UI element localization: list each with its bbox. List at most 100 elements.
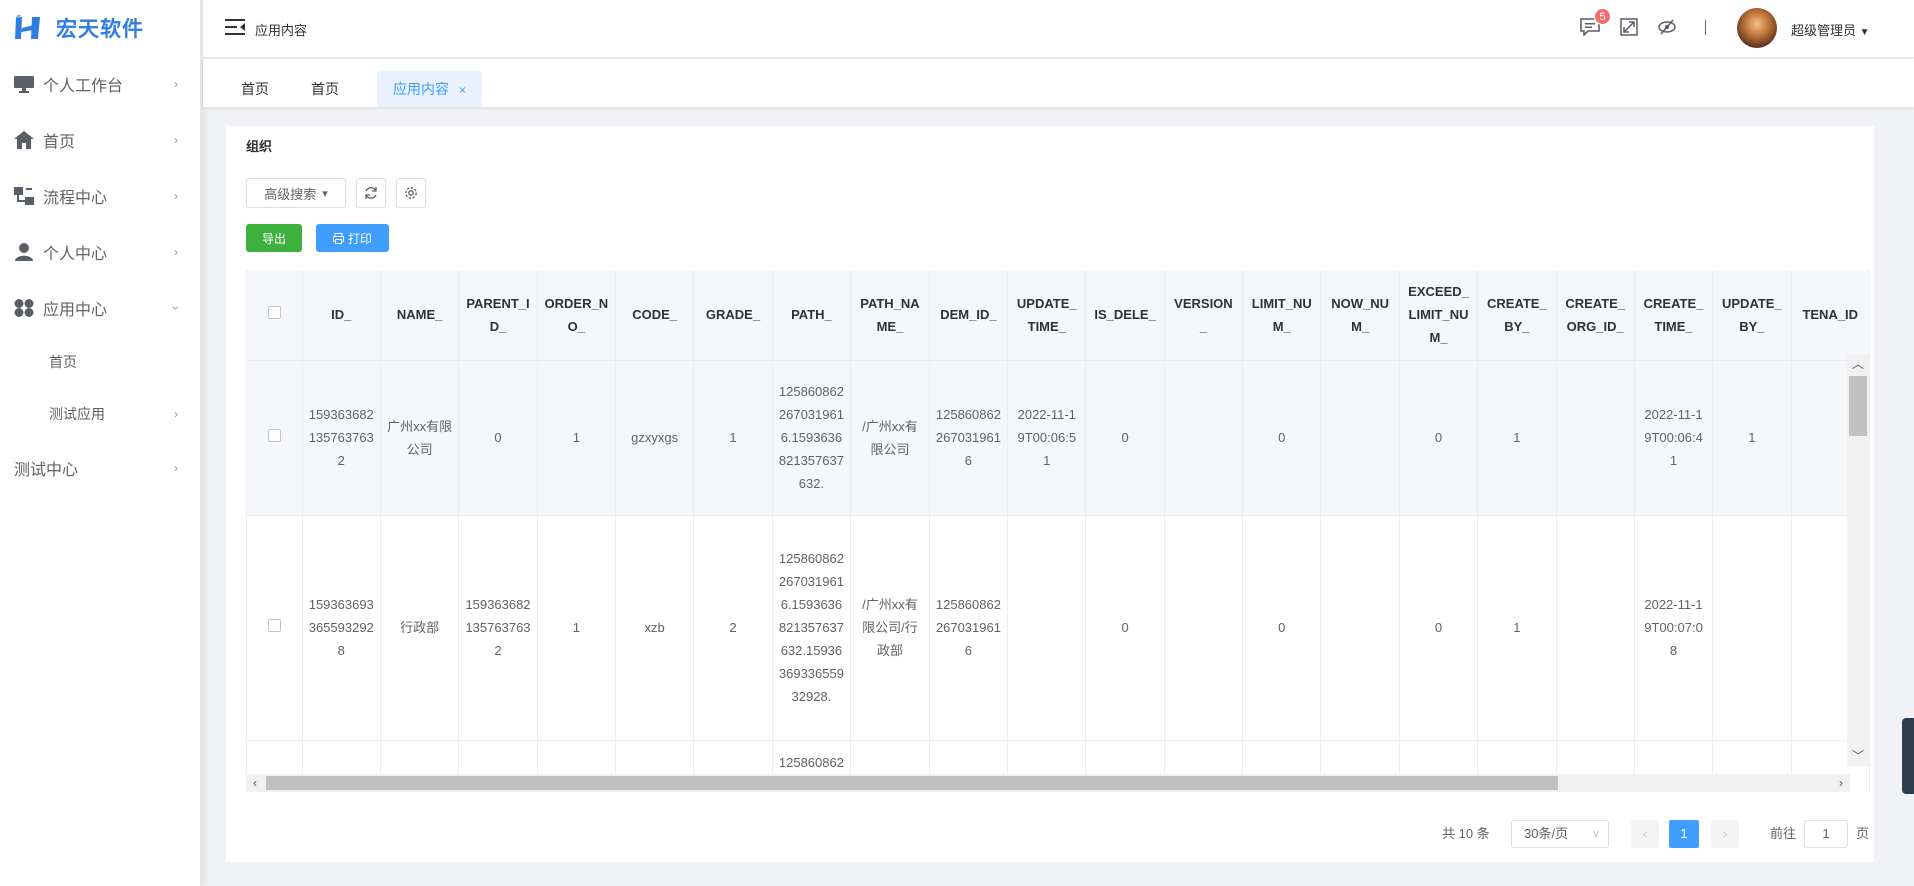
column-header[interactable]: VERSION_ bbox=[1164, 270, 1244, 361]
sidebar-item-apps[interactable]: 应用中心 › bbox=[0, 280, 200, 336]
page-size-value: 30条/页 bbox=[1524, 826, 1569, 841]
flow-icon bbox=[14, 186, 34, 206]
scroll-up-icon[interactable]: ︿ bbox=[1847, 354, 1869, 374]
eye-off-icon bbox=[1658, 19, 1676, 35]
sidebar-item-flow[interactable]: 流程中心 › bbox=[0, 168, 200, 224]
table-cell bbox=[1556, 515, 1635, 741]
column-header[interactable]: TENA_ID bbox=[1791, 270, 1870, 361]
avatar[interactable] bbox=[1737, 8, 1777, 48]
chevron-right-icon: › bbox=[174, 407, 178, 421]
caret-down-icon: ▼ bbox=[1859, 27, 1870, 38]
export-button[interactable]: 导出 bbox=[246, 224, 302, 252]
message-button[interactable]: 5 bbox=[1579, 8, 1611, 38]
column-header[interactable]: PATH_NAME_ bbox=[850, 270, 930, 361]
sidebar-item-personal[interactable]: 个人中心 › bbox=[0, 224, 200, 280]
hide-button[interactable] bbox=[1656, 16, 1678, 38]
page-number-current[interactable]: 1 bbox=[1669, 820, 1699, 848]
logo[interactable]: 宏天软件 bbox=[0, 0, 200, 56]
column-header[interactable]: CREATE_BY_ bbox=[1477, 270, 1557, 361]
column-header[interactable]: NAME_ bbox=[380, 270, 460, 361]
sidebar-item-home[interactable]: 首页 › bbox=[0, 112, 200, 168]
table-cell: xzb bbox=[615, 515, 695, 741]
next-page-button[interactable]: › bbox=[1711, 820, 1739, 848]
table-row[interactable]: 1593636821357637632 广州xx有限公司 0 1 gzxyxgs 1 125… bbox=[247, 360, 1870, 516]
column-header[interactable]: IS_DELE_ bbox=[1085, 270, 1165, 361]
sidebar-item-workbench[interactable]: 个人工作台 › bbox=[0, 56, 200, 112]
print-button[interactable]: 打印 bbox=[316, 224, 389, 252]
vertical-scrollbar[interactable]: ︿ ﹀ bbox=[1847, 354, 1869, 766]
refresh-button[interactable] bbox=[356, 178, 386, 208]
table-row[interactable]: 1593636933655932928 行政部 159363682135763763… bbox=[247, 515, 1870, 741]
column-header[interactable]: CREATE_TIME_ bbox=[1634, 270, 1714, 361]
table-cell: 行政部 bbox=[380, 515, 460, 741]
table-cell: 2022-11-19T00:06:51 bbox=[1007, 360, 1087, 516]
printer-icon bbox=[332, 232, 344, 244]
table-cell: 1 bbox=[537, 515, 616, 741]
tab-home-1[interactable]: 首页 bbox=[225, 71, 285, 107]
content-card: 组织 高级搜索 ▾ 导出 打印 ID_ NAME_ PARENT_ID_ ORD… bbox=[226, 126, 1874, 862]
table-cell: 1 bbox=[1712, 360, 1792, 516]
close-icon[interactable]: × bbox=[459, 83, 466, 97]
column-header[interactable]: LIMIT_NUM_ bbox=[1242, 270, 1322, 361]
sidebar-subitem-home[interactable]: 首页 bbox=[0, 336, 200, 388]
column-header[interactable]: UPDATE_BY_ bbox=[1712, 270, 1792, 361]
prev-page-button[interactable]: ‹ bbox=[1631, 820, 1659, 848]
user-menu[interactable]: 超级管理员 ▼ bbox=[1791, 20, 1870, 39]
column-header[interactable]: CODE_ bbox=[615, 270, 695, 361]
column-header[interactable]: ORDER_NO_ bbox=[537, 270, 616, 361]
table-cell: 1258608622670319616 bbox=[929, 515, 1009, 741]
advanced-search-button[interactable]: 高级搜索 ▾ bbox=[246, 178, 346, 208]
table-cell: 1 bbox=[537, 360, 616, 516]
sidebar-item-label: 首页 bbox=[43, 134, 76, 151]
select-all-checkbox[interactable] bbox=[267, 306, 281, 320]
column-header[interactable]: NOW_NUM_ bbox=[1320, 270, 1400, 361]
fullscreen-icon bbox=[1620, 18, 1638, 36]
home-icon bbox=[14, 130, 34, 150]
sidebar-subitem-test-app[interactable]: 测试应用 › bbox=[0, 388, 200, 440]
horizontal-scrollbar[interactable]: ‹ › bbox=[246, 774, 1850, 792]
table-cell: 0 bbox=[1085, 515, 1165, 741]
page-size-select[interactable]: 30条/页 ∨ bbox=[1511, 820, 1609, 848]
column-header[interactable]: PARENT_ID_ bbox=[458, 270, 538, 361]
chevron-down-icon: ∨ bbox=[1591, 828, 1600, 840]
table-cell: 1593636821357637632 bbox=[458, 515, 538, 741]
menu-fold-icon[interactable] bbox=[225, 19, 245, 35]
sidebar-item-test-center[interactable]: 测试中心 › bbox=[0, 440, 200, 496]
table-cell: 1 bbox=[1477, 515, 1557, 741]
column-header[interactable]: UPDATE_TIME_ bbox=[1007, 270, 1087, 361]
settings-button[interactable] bbox=[396, 178, 426, 208]
tabs-bar: 首页 首页 应用内容 × bbox=[203, 59, 1914, 107]
table-cell: 0 bbox=[458, 360, 538, 516]
table-cell: 0 bbox=[1399, 360, 1479, 516]
chevron-right-icon: › bbox=[174, 245, 178, 259]
chevron-right-icon: › bbox=[174, 133, 178, 147]
scroll-right-icon[interactable]: › bbox=[1832, 774, 1850, 792]
column-header[interactable]: PATH_ bbox=[772, 270, 852, 361]
tab-label: 首页 bbox=[311, 81, 339, 97]
table-cell bbox=[1712, 515, 1792, 741]
apps-icon bbox=[14, 298, 34, 318]
column-header[interactable]: ID_ bbox=[302, 270, 381, 361]
brand-name: 宏天软件 bbox=[56, 18, 144, 41]
row-checkbox[interactable] bbox=[267, 619, 281, 632]
row-checkbox[interactable] bbox=[267, 429, 281, 442]
user-icon bbox=[14, 242, 34, 262]
side-float-widget[interactable] bbox=[1902, 718, 1914, 794]
horizontal-scroll-thumb[interactable] bbox=[266, 776, 1558, 790]
table-cell bbox=[1164, 515, 1244, 741]
column-header[interactable]: DEM_ID_ bbox=[929, 270, 1009, 361]
logo-icon bbox=[15, 15, 40, 39]
goto-page-input[interactable]: 1 bbox=[1804, 820, 1848, 848]
export-label: 导出 bbox=[261, 231, 286, 246]
column-header[interactable]: EXCEED_LIMIT_NUM_ bbox=[1399, 270, 1479, 361]
vertical-scroll-thumb[interactable] bbox=[1849, 376, 1867, 436]
scroll-left-icon[interactable]: ‹ bbox=[246, 774, 264, 792]
column-header[interactable]: GRADE_ bbox=[693, 270, 773, 361]
scroll-down-icon[interactable]: ﹀ bbox=[1847, 746, 1869, 766]
gear-icon bbox=[405, 187, 417, 199]
tab-app-content[interactable]: 应用内容 × bbox=[377, 71, 483, 107]
table-cell: 广州xx有限公司 bbox=[380, 360, 460, 516]
tab-home-2[interactable]: 首页 bbox=[295, 71, 355, 107]
column-header[interactable]: CREATE_ORG_ID_ bbox=[1556, 270, 1635, 361]
fullscreen-button[interactable] bbox=[1618, 16, 1640, 38]
